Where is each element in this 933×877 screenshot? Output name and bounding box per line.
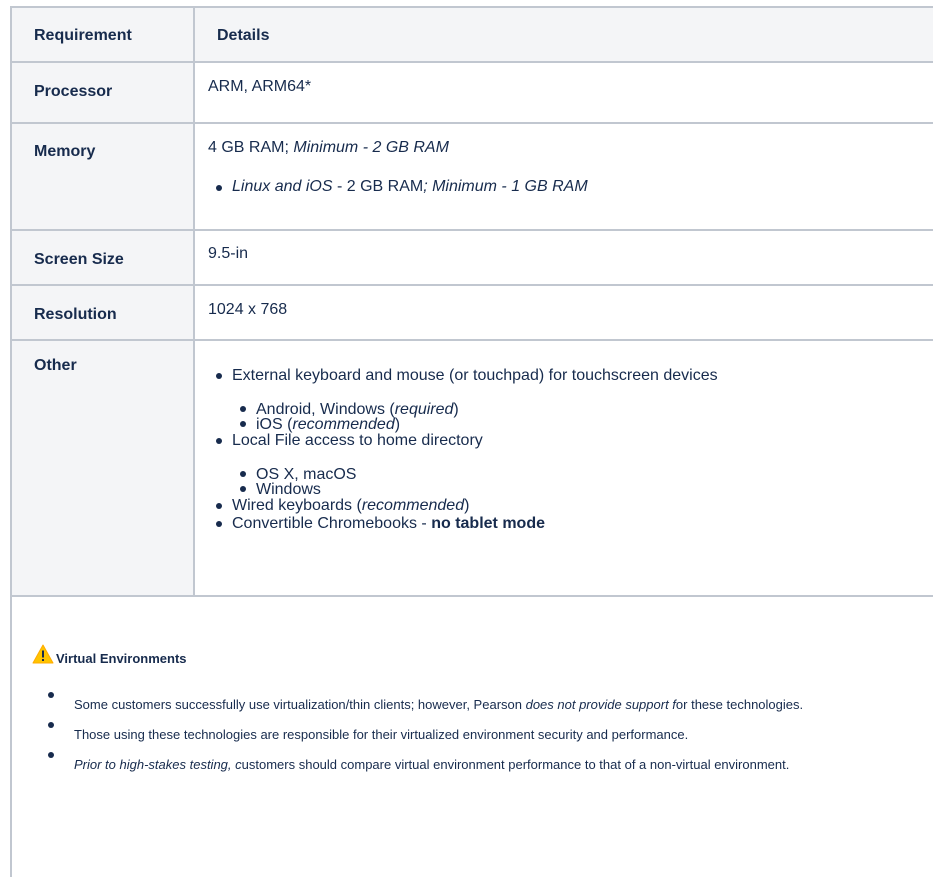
list-item: Convertible Chromebooks - no tablet mode [216,515,933,533]
virtual-environments-title: Virtual Environments [56,651,187,666]
memory-label: Memory [34,143,96,160]
resolution-label: Resolution [34,306,117,323]
list-item: Some customers successfully use virtuali… [48,692,914,717]
list-item: OS X, macOS [240,467,933,483]
list-item: Prior to high-stakes testing, customers … [48,752,914,777]
other-label: Other [34,357,77,374]
table-row-resolution: Resolution 1024 x 768 [10,284,933,341]
list-item: Wired keyboards (recommended) [216,497,933,515]
other-list: External keyboard and mouse (or touchpad… [208,341,933,533]
list-item: Windows [240,482,933,498]
memory-sublist: Linux and iOS - 2 GB RAM; Minimum - 1 GB… [208,178,933,196]
processor-label: Processor [34,83,113,100]
table-row-memory: Memory 4 GB RAM; Minimum - 2 GB RAM Linu… [10,122,933,231]
table-row-processor: Processor ARM, ARM64* [10,61,933,124]
screen-size-label: Screen Size [34,251,124,268]
screen-size-value: 9.5-in [208,245,249,262]
sublist: Android, Windows (required) iOS (recomme… [232,402,933,433]
table-row-screen-size: Screen Size 9.5-in [10,229,933,286]
table-header-row: Requirement Details [10,6,933,63]
table-row-other: Other External keyboard and mouse (or to… [10,339,933,597]
list-item: External keyboard and mouse (or touchpad… [216,367,933,433]
requirements-table: Requirement Details Processor ARM, ARM64… [10,6,933,597]
header-requirement: Requirement [10,6,195,63]
list-item: iOS (recommended) [240,417,933,433]
virtual-environments-panel: Virtual Environments Some customers succ… [12,627,933,877]
processor-value: ARM, ARM64* [208,78,312,95]
memory-value: 4 GB RAM; Minimum - 2 GB RAM [208,139,449,156]
list-item: Those using these technologies are respo… [48,722,914,747]
resolution-value: 1024 x 768 [208,301,288,318]
list-item: Android, Windows (required) [240,402,933,418]
sublist: OS X, macOS Windows [232,467,933,498]
header-details: Details [193,6,933,63]
list-item: Local File access to home directory OS X… [216,432,933,498]
list-item: Linux and iOS - 2 GB RAM; Minimum - 1 GB… [216,178,933,196]
virtual-environments-list: Some customers successfully use virtuali… [48,692,914,777]
